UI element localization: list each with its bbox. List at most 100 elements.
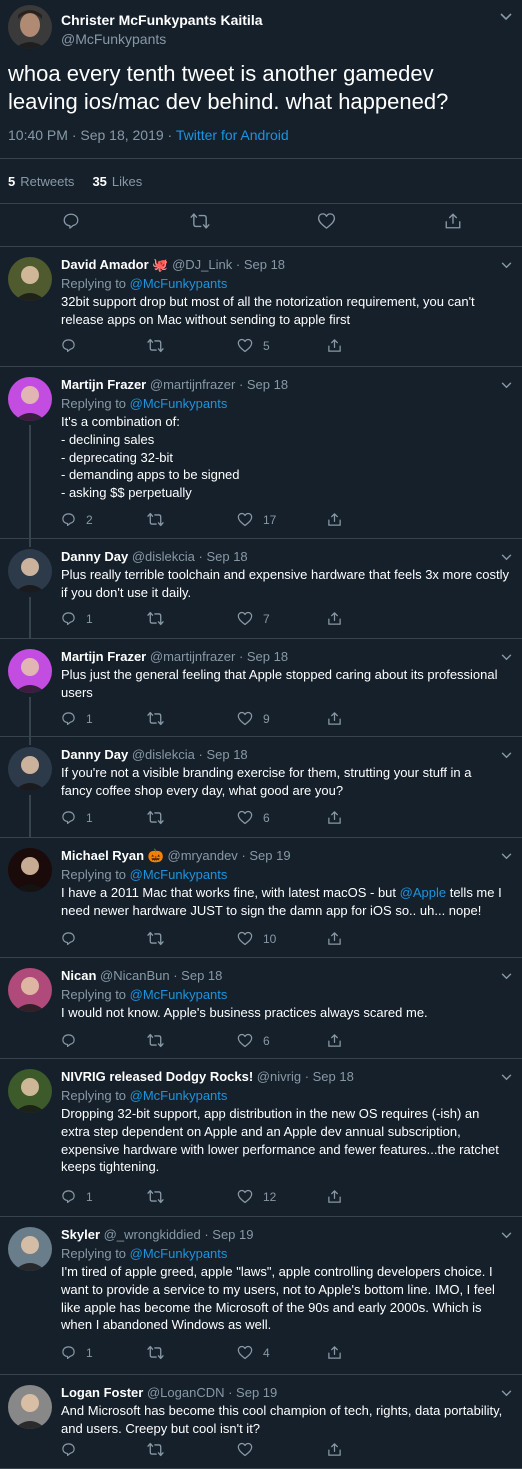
retweet-button[interactable]	[147, 1442, 164, 1457]
share-button[interactable]	[327, 1442, 342, 1457]
reply-date[interactable]: · Sep 19	[228, 1385, 277, 1400]
share-button[interactable]	[327, 1189, 342, 1204]
replying-to-handle[interactable]: @McFunkypants	[130, 867, 228, 882]
chevron-down-icon[interactable]	[501, 381, 512, 392]
replying-to-handle[interactable]: @McFunkypants	[130, 276, 228, 291]
author-handle[interactable]: @martijnfrazer	[150, 649, 235, 664]
reply-date[interactable]: · Sep 18	[199, 747, 248, 762]
retweet-icon[interactable]	[190, 212, 210, 235]
share-button[interactable]	[327, 810, 342, 825]
reply-tweet[interactable]: Danny Day @dislekcia · Sep 18 If you're n…	[0, 737, 522, 838]
chevron-down-icon[interactable]	[501, 553, 512, 564]
author-handle[interactable]: @LoganCDN	[147, 1385, 225, 1400]
reply-button[interactable]	[61, 338, 76, 353]
retweet-button[interactable]	[147, 810, 164, 825]
author-name[interactable]: Skyler	[61, 1227, 100, 1242]
avatar[interactable]	[8, 848, 52, 892]
reply-tweet[interactable]: Logan Foster @LoganCDN · Sep 19 And Micro…	[0, 1375, 522, 1469]
retweet-button[interactable]	[147, 512, 164, 527]
author-handle[interactable]: @dislekcia	[132, 549, 195, 564]
reply-tweet[interactable]: Skyler @_wrongkiddied · Sep 19 Replying t…	[0, 1217, 522, 1375]
mention-link[interactable]: @Apple	[400, 885, 446, 900]
author-name[interactable]: Christer McFunkypants Kaitila	[61, 11, 263, 29]
reply-button[interactable]: 1	[61, 1345, 93, 1360]
author-name[interactable]: David Amador	[61, 257, 149, 272]
author-name[interactable]: Michael Ryan	[61, 848, 144, 863]
avatar[interactable]	[8, 257, 52, 301]
author-name[interactable]: Martijn Frazer	[61, 377, 146, 392]
reply-date[interactable]: · Sep 19	[241, 848, 290, 863]
reply-date[interactable]: · Sep 18	[305, 1069, 354, 1084]
reply-date[interactable]: · Sep 18	[236, 257, 285, 272]
avatar[interactable]	[8, 549, 52, 593]
reply-date[interactable]: · Sep 18	[173, 968, 222, 983]
reply-button[interactable]: 1	[61, 810, 93, 825]
share-button[interactable]	[327, 711, 342, 726]
author-name[interactable]: NIVRIG released Dodgy Rocks!	[61, 1069, 253, 1084]
avatar[interactable]	[8, 1069, 52, 1113]
chevron-down-icon[interactable]	[501, 261, 512, 272]
avatar[interactable]	[8, 747, 52, 791]
chevron-down-icon[interactable]	[501, 972, 512, 983]
chevron-down-icon[interactable]	[501, 1073, 512, 1084]
reply-tweet[interactable]: NIVRIG released Dodgy Rocks! @nivrig · S…	[0, 1059, 522, 1217]
author-handle[interactable]: @_wrongkiddied	[104, 1227, 201, 1242]
replying-to-handle[interactable]: @McFunkypants	[130, 1088, 228, 1103]
reply-date[interactable]: · Sep 18	[199, 549, 248, 564]
chevron-down-icon[interactable]	[500, 12, 512, 24]
author-name[interactable]: Danny Day	[61, 549, 128, 564]
share-button[interactable]	[327, 1345, 342, 1360]
like-button[interactable]	[237, 1442, 253, 1457]
author-handle[interactable]: @nivrig	[257, 1069, 301, 1084]
share-button[interactable]	[327, 931, 342, 946]
author-name[interactable]: Danny Day	[61, 747, 128, 762]
chevron-down-icon[interactable]	[501, 852, 512, 863]
like-button[interactable]: 4	[237, 1345, 270, 1360]
like-button[interactable]: 5	[237, 338, 270, 353]
retweet-button[interactable]	[147, 338, 164, 353]
retweet-button[interactable]	[147, 711, 164, 726]
retweet-button[interactable]	[147, 1345, 164, 1360]
share-button[interactable]	[327, 1033, 342, 1048]
avatar[interactable]	[8, 649, 52, 693]
reply-button[interactable]: 1	[61, 1189, 93, 1204]
avatar[interactable]	[8, 1385, 52, 1429]
chevron-down-icon[interactable]	[501, 1231, 512, 1242]
reply-date[interactable]: · Sep 18	[239, 377, 288, 392]
author-handle[interactable]: @mryandev	[168, 848, 238, 863]
like-button[interactable]: 12	[237, 1189, 276, 1204]
like-button[interactable]: 17	[237, 512, 276, 527]
reply-tweet[interactable]: Danny Day @dislekcia · Sep 18 Plus really…	[0, 539, 522, 639]
share-icon[interactable]	[444, 212, 462, 235]
reply-date[interactable]: · Sep 18	[239, 649, 288, 664]
reply-tweet[interactable]: Martijn Frazer @martijnfrazer · Sep 18 Pl…	[0, 639, 522, 737]
likes-stat[interactable]: 35 Likes	[92, 174, 142, 189]
author-name[interactable]: Logan Foster	[61, 1385, 143, 1400]
replying-to-handle[interactable]: @McFunkypants	[130, 1246, 228, 1261]
like-button[interactable]: 9	[237, 711, 270, 726]
share-button[interactable]	[327, 338, 342, 353]
chevron-down-icon[interactable]	[501, 751, 512, 762]
retweets-stat[interactable]: 5 Retweets	[8, 174, 74, 189]
replying-to-handle[interactable]: @McFunkypants	[130, 396, 228, 411]
like-button[interactable]: 6	[237, 1033, 270, 1048]
author-handle[interactable]: @McFunkypants	[61, 30, 263, 48]
tweet-time[interactable]: 10:40 PM · Sep 18, 2019 ·	[8, 127, 176, 143]
reply-button[interactable]: 1	[61, 711, 93, 726]
share-button[interactable]	[327, 611, 342, 626]
reply-button[interactable]	[61, 1033, 76, 1048]
like-button[interactable]: 10	[237, 931, 276, 946]
avatar[interactable]	[8, 377, 52, 421]
reply-tweet[interactable]: David Amador 🐙 @DJ_Link · Sep 18 Replying…	[0, 247, 522, 367]
retweet-button[interactable]	[147, 931, 164, 946]
like-icon[interactable]	[317, 212, 336, 235]
author-handle[interactable]: @DJ_Link	[172, 257, 232, 272]
reply-date[interactable]: · Sep 19	[204, 1227, 253, 1242]
reply-button[interactable]: 1	[61, 611, 93, 626]
reply-tweet[interactable]: Nican @NicanBun · Sep 18 Replying to @McF…	[0, 958, 522, 1059]
reply-button[interactable]	[61, 1442, 76, 1457]
author-handle[interactable]: @martijnfrazer	[150, 377, 235, 392]
chevron-down-icon[interactable]	[501, 653, 512, 664]
tweet-source[interactable]: Twitter for Android	[176, 127, 289, 143]
like-button[interactable]: 6	[237, 810, 270, 825]
